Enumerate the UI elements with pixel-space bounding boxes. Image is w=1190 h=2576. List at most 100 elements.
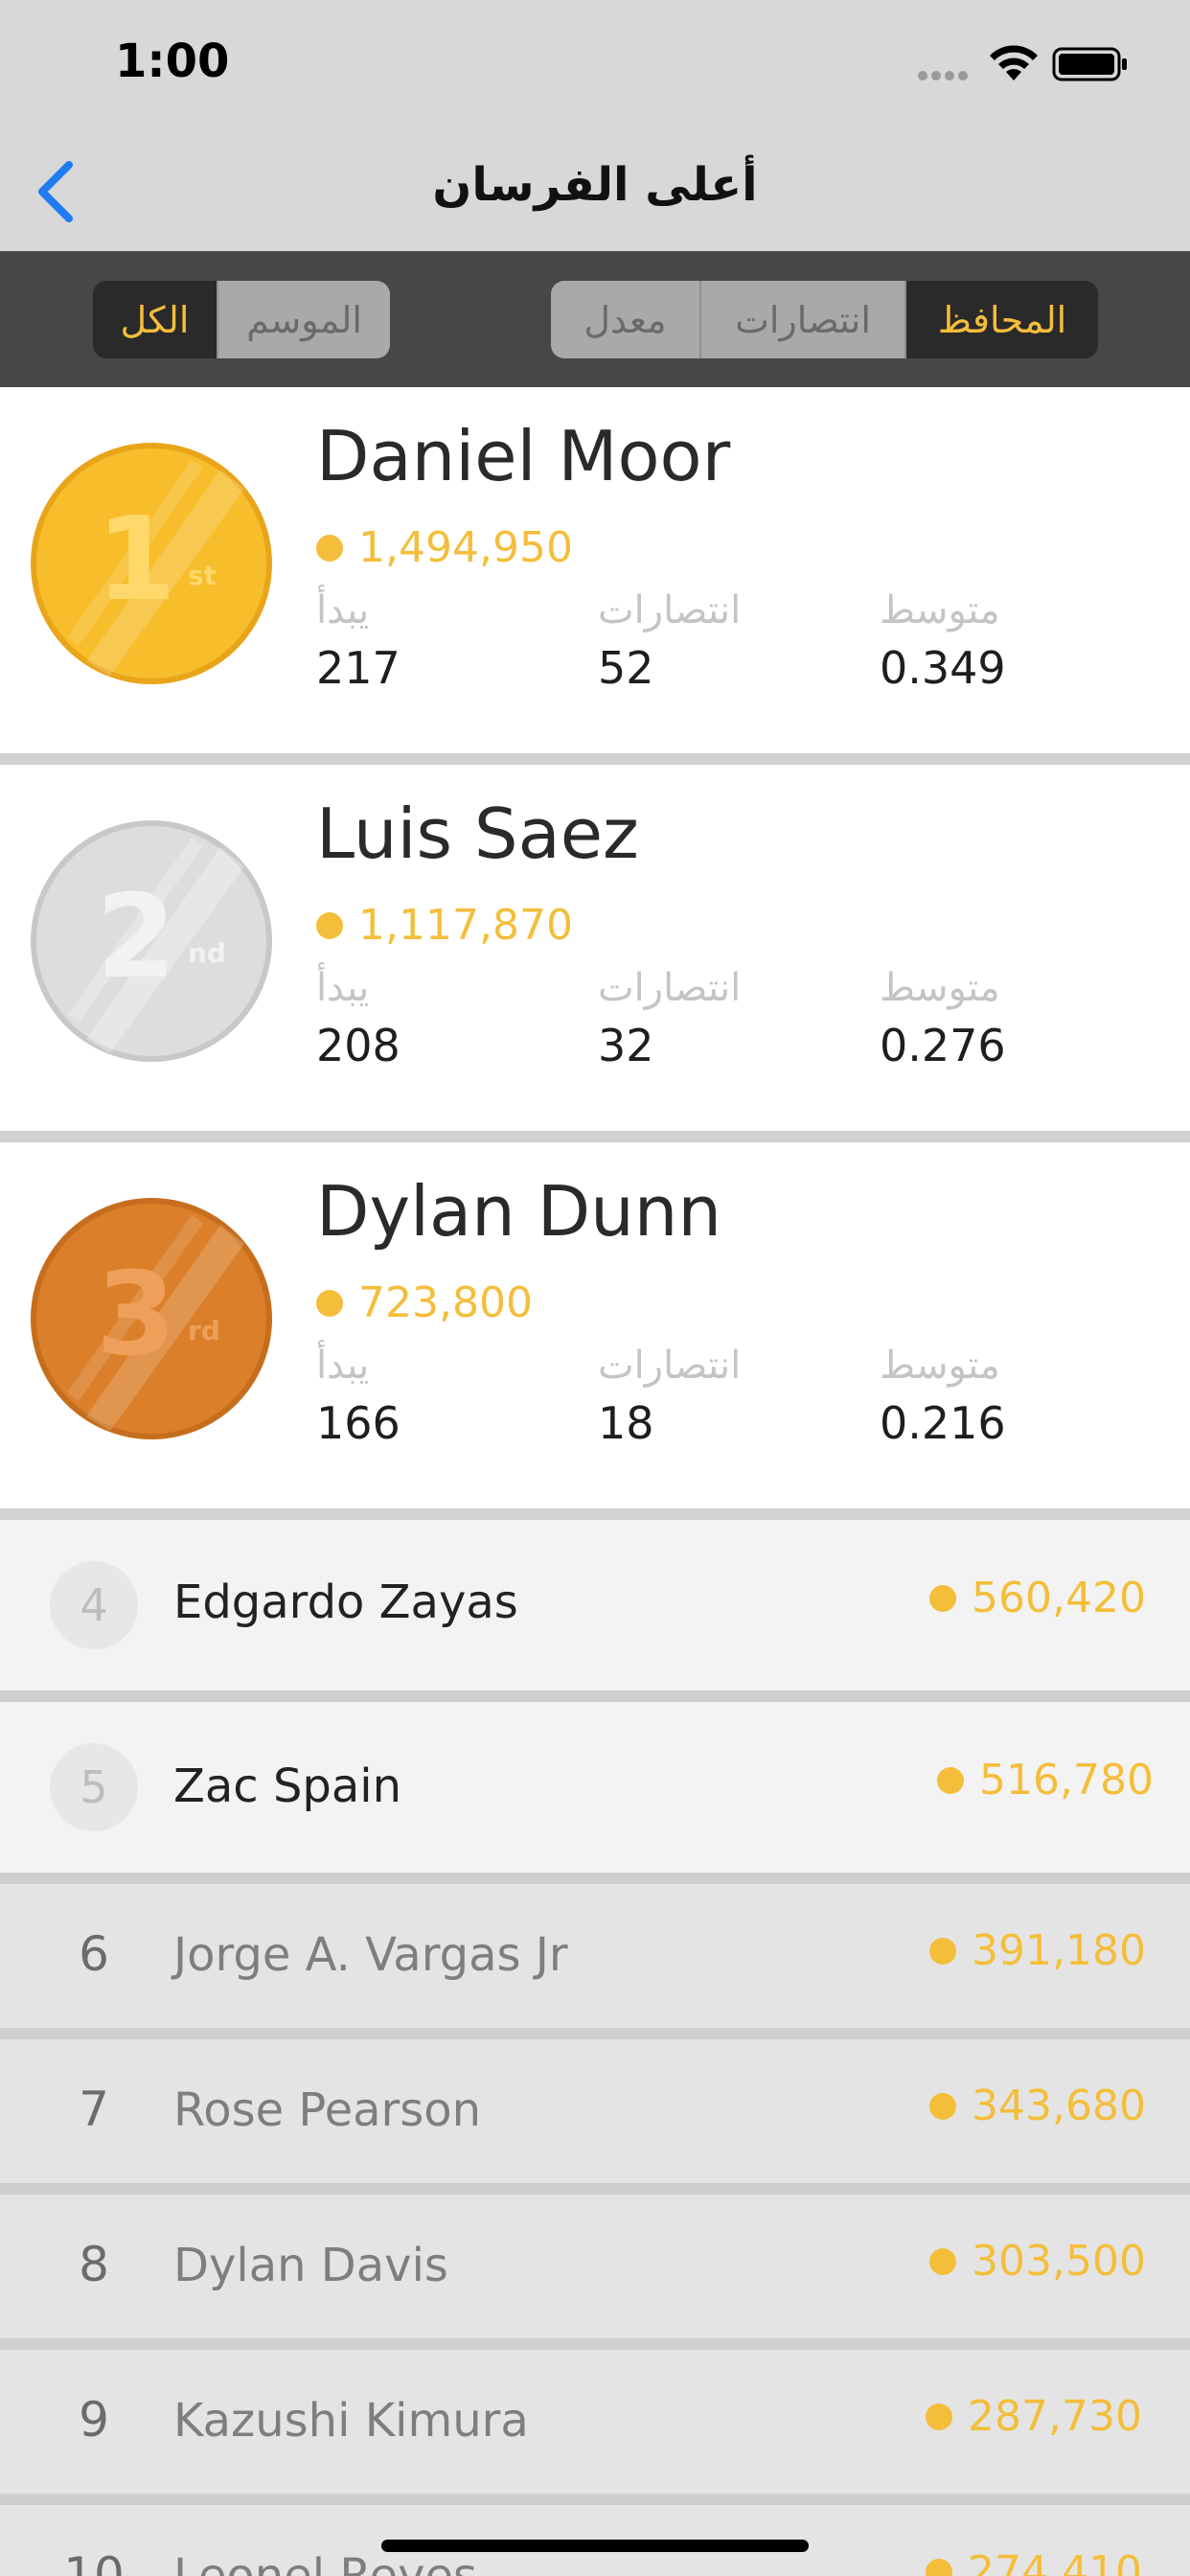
status-time: 1:00 — [115, 34, 230, 88]
cellular-signal-icon — [918, 71, 973, 80]
wins-label: انتصارات — [598, 1344, 742, 1388]
jockey-name: Edgardo Zayas — [173, 1576, 518, 1629]
wifi-icon — [990, 45, 1038, 80]
coin-amount: 274,410 — [926, 2547, 1142, 2576]
divider — [0, 2338, 1190, 2350]
rank-badge: 4 — [50, 1561, 138, 1649]
divider — [0, 1508, 1190, 1520]
coin-value: 723,800 — [358, 1278, 533, 1327]
average-label: متوسط — [880, 588, 1000, 632]
wins-value: 52 — [598, 642, 654, 694]
svg-text:1: 1 — [96, 494, 176, 627]
period-segmented-control: الكل الموسم — [93, 281, 390, 358]
coin-icon — [937, 1766, 965, 1794]
coin-amount: 723,800 — [316, 1278, 533, 1327]
ranking-row-9[interactable]: 9 Kazushi Kimura 287,730 — [0, 2350, 1190, 2494]
top-jockey-card-1[interactable]: 1 st Daniel Moor 1,494,950 يبدأ انتصارات… — [0, 387, 1190, 753]
divider — [0, 1873, 1190, 1884]
bronze-medal-icon: 3 rd — [31, 1198, 272, 1439]
coin-icon — [929, 1584, 957, 1612]
coin-value: 1,494,950 — [358, 523, 573, 572]
coin-amount: 287,730 — [926, 2392, 1142, 2441]
rank-number: 9 — [79, 2392, 109, 2448]
wins-value: 18 — [598, 1397, 654, 1449]
coin-value: 516,780 — [979, 1756, 1154, 1805]
divider — [0, 753, 1190, 765]
rank-badge: 5 — [50, 1743, 138, 1831]
silver-medal-icon: 2 nd — [31, 820, 272, 1062]
coin-value: 391,180 — [972, 1926, 1146, 1975]
starts-value: 208 — [316, 1020, 400, 1071]
coin-amount: 560,420 — [929, 1574, 1146, 1622]
tab-all[interactable]: الكل — [93, 281, 217, 358]
starts-value: 166 — [316, 1397, 400, 1449]
home-indicator[interactable] — [381, 2540, 809, 2552]
average-value: 0.276 — [880, 1020, 1006, 1071]
wins-label: انتصارات — [598, 966, 742, 1010]
coin-icon — [316, 911, 343, 939]
coin-value: 303,500 — [972, 2237, 1146, 2286]
average-label: متوسط — [880, 966, 1000, 1010]
top-jockey-card-2[interactable]: 2 nd Luis Saez 1,117,870 يبدأ انتصارات م… — [0, 765, 1190, 1131]
coin-value: 287,730 — [968, 2392, 1142, 2441]
tab-season[interactable]: الموسم — [217, 281, 390, 358]
ranking-row-4[interactable]: 4 Edgardo Zayas 560,420 — [0, 1520, 1190, 1690]
coin-amount: 1,494,950 — [316, 523, 573, 572]
coin-icon — [929, 2247, 957, 2275]
starts-value: 217 — [316, 642, 400, 694]
tab-wins[interactable]: انتصارات — [699, 281, 904, 358]
jockey-name: Leonel Reyes — [173, 2549, 478, 2576]
coin-amount: 1,117,870 — [316, 901, 573, 950]
svg-text:st: st — [188, 560, 217, 591]
jockey-name: Rose Pearson — [173, 2083, 482, 2137]
jockey-name: Zac Spain — [173, 1760, 402, 1813]
svg-text:3: 3 — [96, 1249, 176, 1382]
starts-label: يبدأ — [316, 588, 370, 632]
coin-icon — [929, 1937, 957, 1965]
coin-icon — [926, 2403, 953, 2430]
coin-amount: 516,780 — [937, 1756, 1154, 1805]
coin-icon — [316, 534, 343, 562]
svg-text:nd: nd — [188, 937, 226, 969]
divider — [0, 1690, 1190, 1702]
tab-earnings[interactable]: المحافظ — [904, 281, 1098, 358]
ranking-row-8[interactable]: 8 Dylan Davis 303,500 — [0, 2195, 1190, 2338]
wins-value: 32 — [598, 1020, 654, 1071]
jockey-name: Dylan Dunn — [316, 1171, 722, 1252]
coin-value: 343,680 — [972, 2082, 1146, 2130]
coin-amount: 343,680 — [929, 2082, 1146, 2130]
top-jockey-card-3[interactable]: 3 rd Dylan Dunn 723,800 يبدأ انتصارات مت… — [0, 1142, 1190, 1508]
coin-icon — [316, 1289, 343, 1317]
gold-medal-icon: 1 st — [31, 443, 272, 684]
ranking-row-7[interactable]: 7 Rose Pearson 343,680 — [0, 2039, 1190, 2183]
ranking-row-6[interactable]: 6 Jorge A. Vargas Jr 391,180 — [0, 1884, 1190, 2028]
starts-label: يبدأ — [316, 1344, 370, 1388]
jockey-name: Dylan Davis — [173, 2239, 448, 2292]
coin-value: 274,410 — [968, 2547, 1142, 2576]
divider — [0, 2494, 1190, 2505]
average-value: 0.216 — [880, 1397, 1006, 1449]
divider — [0, 2183, 1190, 2195]
page-title: أعلى الفرسان — [432, 158, 758, 212]
svg-text:rd: rd — [188, 1315, 220, 1346]
coin-icon — [929, 2092, 957, 2120]
divider — [0, 1131, 1190, 1142]
tab-average[interactable]: معدل — [551, 281, 699, 358]
ranking-row-5[interactable]: 5 Zac Spain 516,780 — [0, 1702, 1190, 1873]
average-value: 0.349 — [880, 642, 1006, 694]
coin-amount: 391,180 — [929, 1926, 1146, 1975]
jockey-name: Luis Saez — [316, 794, 639, 874]
svg-text:2: 2 — [96, 871, 176, 1004]
rank-number: 10 — [63, 2547, 125, 2576]
rank-number: 8 — [79, 2237, 109, 2292]
jockey-name: Kazushi Kimura — [173, 2394, 529, 2448]
battery-icon — [1052, 47, 1127, 81]
coin-value: 560,420 — [972, 1574, 1146, 1622]
coin-amount: 303,500 — [929, 2237, 1146, 2286]
average-label: متوسط — [880, 1344, 1000, 1388]
divider — [0, 2028, 1190, 2039]
jockey-name: Daniel Moor — [316, 416, 731, 496]
jockey-name: Jorge A. Vargas Jr — [173, 1928, 568, 1982]
wins-label: انتصارات — [598, 588, 742, 632]
starts-label: يبدأ — [316, 966, 370, 1010]
